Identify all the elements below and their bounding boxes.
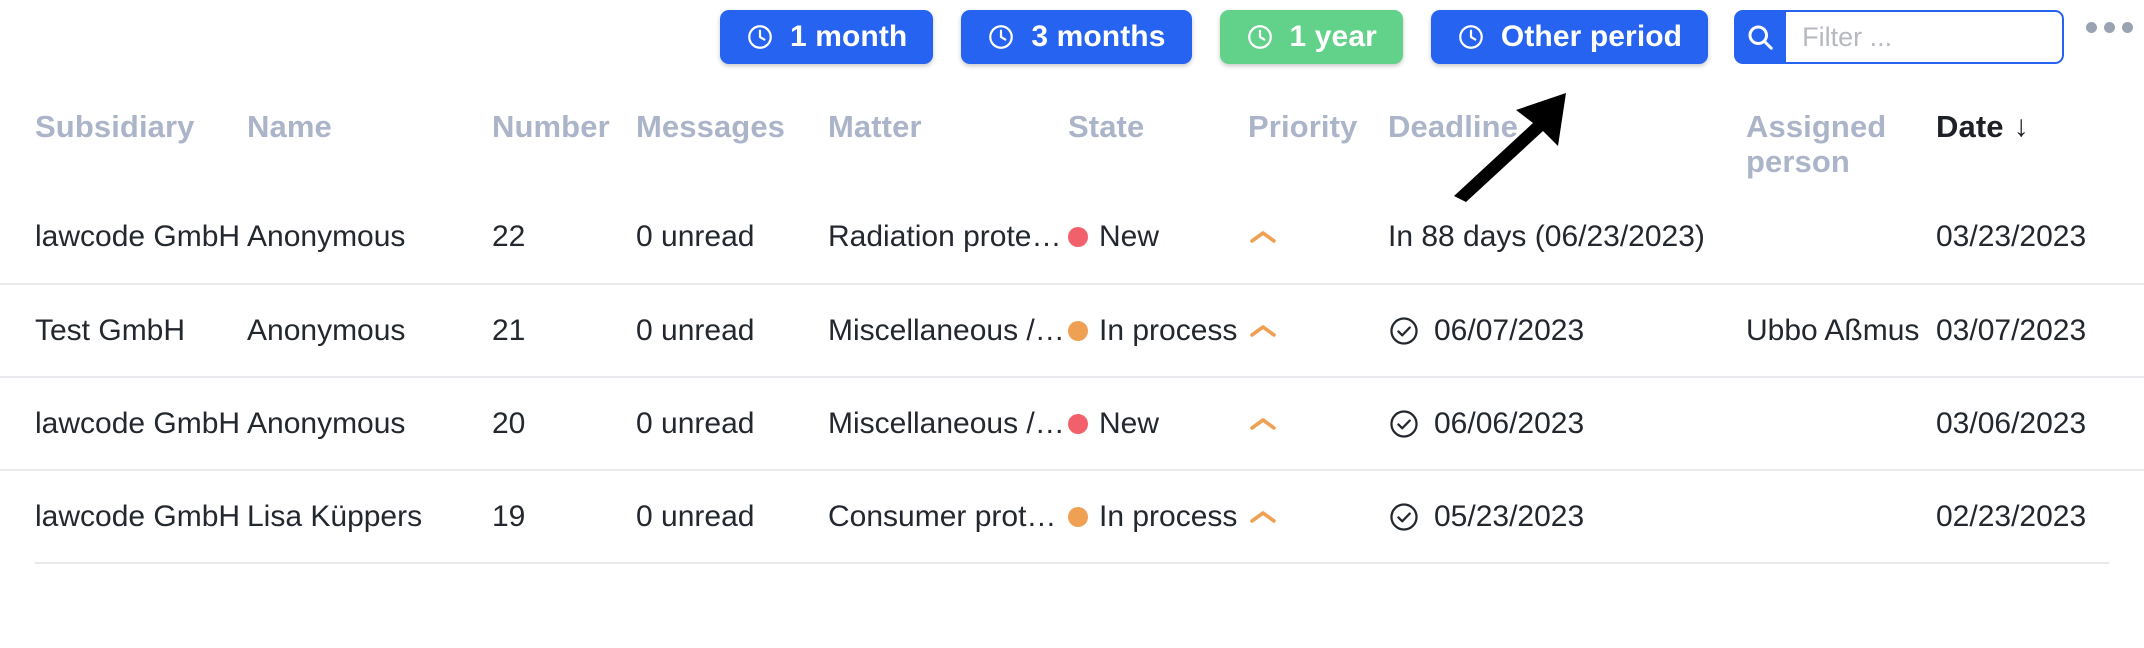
cell-priority bbox=[1248, 321, 1388, 341]
period-button-other-period[interactable]: Other period bbox=[1430, 10, 1709, 64]
chevron-up-icon bbox=[1250, 230, 1276, 243]
column-header-messages[interactable]: Messages bbox=[636, 109, 828, 145]
column-header-date-label: Date bbox=[1936, 109, 2004, 144]
table-header-row: Subsidiary Name Number Messages Matter S… bbox=[0, 100, 2144, 190]
cell-messages: 0 unread bbox=[636, 406, 755, 440]
cell-matter: Miscellaneous /… bbox=[828, 313, 1065, 347]
column-header-number[interactable]: Number bbox=[492, 109, 636, 145]
table-body: lawcode GmbH Anonymous 22 0 unread Radiation… bbox=[0, 190, 2144, 562]
other-period-highlight-wrapper: Other period bbox=[1416, 0, 1723, 78]
cell-date: 02/23/2023 bbox=[1936, 499, 2087, 533]
cell-subsidiary: lawcode GmbH bbox=[35, 499, 241, 533]
table-row[interactable]: lawcode GmbH Anonymous 20 0 unread Miscellan… bbox=[0, 376, 2144, 469]
column-header-state[interactable]: State bbox=[1068, 109, 1248, 145]
period-button-label: 1 month bbox=[790, 20, 908, 53]
cell-messages: 0 unread bbox=[636, 499, 755, 533]
column-header-deadline[interactable]: Deadline bbox=[1388, 109, 1746, 145]
status-dot-icon bbox=[1068, 506, 1088, 527]
clock-icon bbox=[748, 25, 772, 49]
cell-matter: Radiation prote… bbox=[828, 219, 1062, 253]
column-header-assigned-person[interactable]: Assigned person bbox=[1746, 109, 1936, 179]
deadline-text: 06/06/2023 bbox=[1434, 406, 1585, 440]
cell-state: In process bbox=[1068, 314, 1248, 348]
check-circle-icon bbox=[1390, 502, 1418, 531]
chevron-up-icon bbox=[1250, 510, 1276, 523]
ellipsis-icon bbox=[2122, 22, 2134, 33]
cell-deadline: 05/23/2023 bbox=[1388, 500, 1746, 534]
column-header-name[interactable]: Name bbox=[247, 109, 492, 145]
period-button-label: Other period bbox=[1500, 20, 1683, 53]
status-label: New bbox=[1099, 406, 1160, 440]
cell-priority bbox=[1248, 507, 1388, 527]
period-button-label: 1 year bbox=[1289, 20, 1377, 53]
check-circle-icon bbox=[1390, 409, 1418, 438]
status-label: New bbox=[1099, 219, 1160, 253]
cell-messages: 0 unread bbox=[636, 313, 755, 347]
cell-subsidiary: lawcode GmbH bbox=[35, 406, 241, 440]
period-button-1-year[interactable]: 1 year bbox=[1219, 10, 1403, 64]
cell-date: 03/06/2023 bbox=[1936, 406, 2087, 440]
clock-icon bbox=[989, 25, 1014, 49]
more-options-button[interactable] bbox=[2086, 22, 2134, 33]
ellipsis-icon bbox=[2086, 22, 2098, 33]
cell-date: 03/23/2023 bbox=[1936, 219, 2087, 253]
cell-number: 19 bbox=[492, 499, 526, 533]
cell-date: 03/07/2023 bbox=[1936, 313, 2087, 347]
status-label: In process bbox=[1099, 313, 1238, 347]
cases-table: Subsidiary Name Number Messages Matter S… bbox=[0, 100, 2144, 564]
table-row[interactable]: Test GmbH Anonymous 21 0 unread Miscellaneou… bbox=[0, 283, 2144, 376]
cell-name: Lisa Küppers bbox=[247, 499, 423, 533]
cell-matter: Miscellaneous /… bbox=[828, 406, 1065, 440]
cell-subsidiary: Test GmbH bbox=[35, 313, 186, 347]
column-header-priority[interactable]: Priority bbox=[1248, 109, 1388, 145]
cell-number: 20 bbox=[492, 406, 526, 440]
cell-name: Anonymous bbox=[247, 313, 406, 347]
table-row[interactable]: lawcode GmbH Lisa Küppers 19 0 unread Consum… bbox=[0, 469, 2144, 562]
column-header-date[interactable]: Date ↓ bbox=[1936, 109, 2116, 145]
deadline-text: 06/07/2023 bbox=[1434, 313, 1585, 347]
search-icon bbox=[1748, 25, 1773, 50]
cell-number: 21 bbox=[492, 313, 526, 347]
ellipsis-icon bbox=[2104, 22, 2116, 33]
period-button-label: 3 months bbox=[1031, 20, 1166, 53]
column-header-matter[interactable]: Matter bbox=[828, 109, 1068, 145]
cell-name: Anonymous bbox=[247, 406, 406, 440]
status-dot-icon bbox=[1068, 320, 1088, 341]
deadline-text: 05/23/2023 bbox=[1434, 499, 1585, 533]
cell-deadline: 06/07/2023 bbox=[1388, 314, 1746, 348]
chevron-up-icon bbox=[1250, 324, 1276, 337]
sort-descending-icon: ↓ bbox=[2013, 110, 2029, 144]
cell-state: New bbox=[1068, 220, 1248, 254]
cell-priority bbox=[1248, 227, 1388, 247]
table-row[interactable]: lawcode GmbH Anonymous 22 0 unread Radiation… bbox=[0, 190, 2144, 283]
cell-name: Anonymous bbox=[247, 219, 406, 253]
period-button-1-month[interactable]: 1 month bbox=[720, 10, 934, 64]
search-group bbox=[1734, 10, 2065, 64]
cell-messages: 0 unread bbox=[636, 219, 755, 253]
cell-state: New bbox=[1068, 407, 1248, 441]
cell-state: In process bbox=[1068, 500, 1248, 534]
clock-icon bbox=[1459, 25, 1483, 49]
search-button[interactable] bbox=[1734, 10, 1787, 64]
deadline-text: In 88 days (06/23/2023) bbox=[1388, 219, 1705, 253]
clock-icon bbox=[1247, 25, 1272, 49]
table-bottom-divider bbox=[35, 562, 2109, 564]
filter-input[interactable] bbox=[1786, 10, 2065, 64]
status-dot-icon bbox=[1068, 413, 1088, 434]
status-dot-icon bbox=[1068, 226, 1088, 247]
column-header-subsidiary[interactable]: Subsidiary bbox=[35, 109, 247, 145]
cell-assigned-person: Ubbo Aßmus bbox=[1746, 313, 1920, 347]
chevron-up-icon bbox=[1250, 417, 1276, 430]
cell-number: 22 bbox=[492, 219, 526, 253]
period-button-3-months[interactable]: 3 months bbox=[961, 10, 1192, 64]
status-label: In process bbox=[1099, 499, 1238, 533]
check-circle-icon bbox=[1390, 316, 1418, 345]
cell-priority bbox=[1248, 414, 1388, 434]
cell-deadline: 06/06/2023 bbox=[1388, 407, 1746, 441]
toolbar: 1 month 3 months 1 year Other period bbox=[0, 0, 2144, 100]
cell-deadline: In 88 days (06/23/2023) bbox=[1388, 220, 1746, 254]
cell-subsidiary: lawcode GmbH bbox=[35, 219, 241, 253]
cell-matter: Consumer prot… bbox=[828, 499, 1057, 533]
